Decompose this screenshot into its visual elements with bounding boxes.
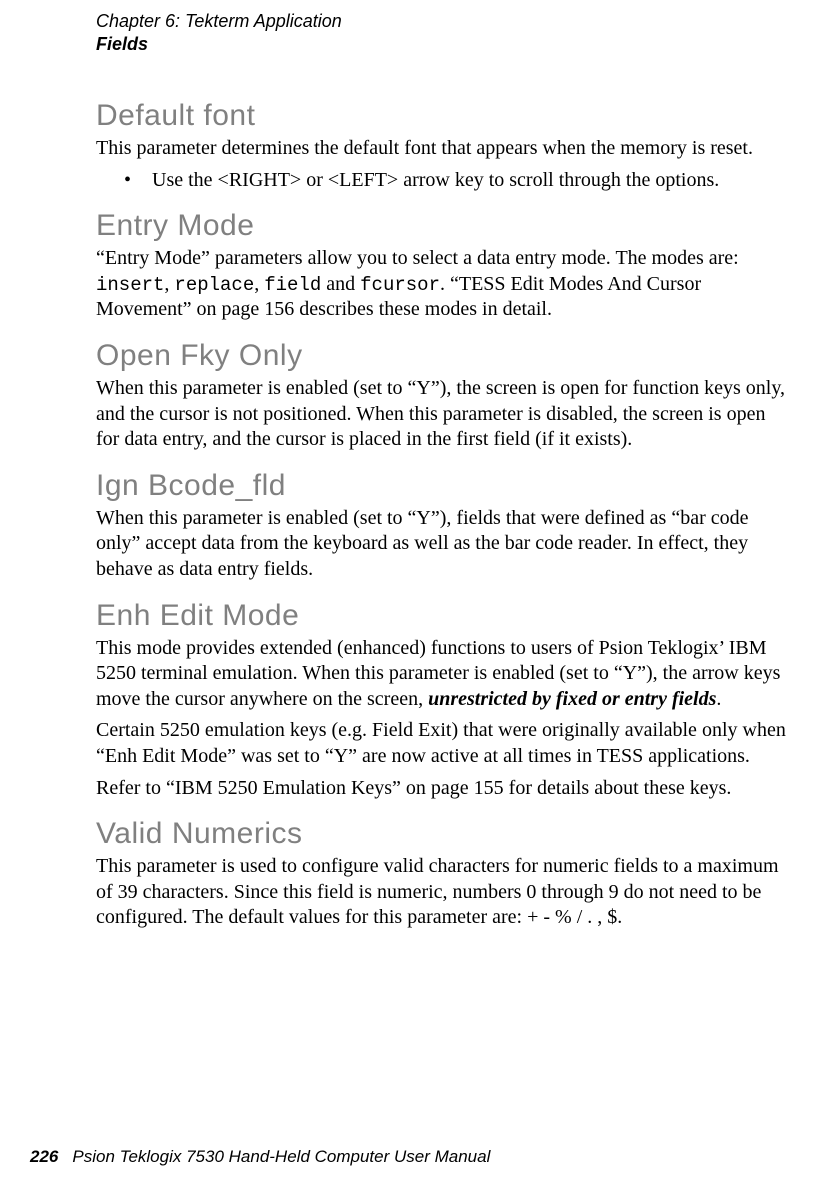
code-field: field [264, 274, 321, 296]
page-number: 226 [30, 1147, 58, 1166]
paragraph: This parameter is used to configure vali… [96, 854, 792, 931]
heading-enh-edit-mode: Enh Edit Mode [96, 599, 792, 632]
paragraph: Refer to “IBM 5250 Emulation Keys” on pa… [96, 776, 792, 802]
code-replace: replace [174, 274, 254, 296]
code-fcursor: fcursor [360, 274, 440, 296]
heading-default-font: Default font [96, 99, 792, 132]
page: Chapter 6: Tekterm Application Fields De… [0, 0, 828, 1197]
heading-valid-numerics: Valid Numerics [96, 817, 792, 850]
page-content: Default font This parameter determines t… [96, 55, 792, 931]
paragraph: When this parameter is enabled (set to “… [96, 376, 792, 453]
bullet-icon: • [124, 168, 131, 194]
text-run: and [321, 273, 360, 295]
list-item: • Use the <RIGHT> or <LEFT> arrow key to… [96, 168, 792, 194]
heading-ign-bcode-fld: Ign Bcode_fld [96, 469, 792, 502]
paragraph: Certain 5250 emulation keys (e.g. Field … [96, 718, 792, 769]
header-section: Fields [96, 33, 792, 56]
paragraph: “Entry Mode” parameters allow you to sel… [96, 246, 792, 323]
page-header: Chapter 6: Tekterm Application Fields [96, 0, 792, 55]
page-footer: 226 Psion Teklogix 7530 Hand-Held Compute… [0, 1147, 828, 1167]
paragraph: This mode provides extended (enhanced) f… [96, 636, 792, 713]
text-run: , [164, 273, 174, 295]
heading-open-fky-only: Open Fky Only [96, 339, 792, 372]
footer-text: Psion Teklogix 7530 Hand-Held Computer U… [72, 1147, 490, 1166]
text-run: , [254, 273, 264, 295]
emphasis-text: unrestricted by fixed or entry fields [428, 688, 716, 710]
header-chapter: Chapter 6: Tekterm Application [96, 10, 792, 33]
paragraph: This parameter determines the default fo… [96, 136, 792, 162]
heading-entry-mode: Entry Mode [96, 209, 792, 242]
paragraph: When this parameter is enabled (set to “… [96, 506, 792, 583]
list-item-text: Use the <RIGHT> or <LEFT> arrow key to s… [152, 169, 719, 191]
text-run: “Entry Mode” parameters allow you to sel… [96, 247, 739, 269]
code-insert: insert [96, 274, 164, 296]
text-run: . [716, 688, 721, 710]
bullet-list: • Use the <RIGHT> or <LEFT> arrow key to… [96, 168, 792, 194]
